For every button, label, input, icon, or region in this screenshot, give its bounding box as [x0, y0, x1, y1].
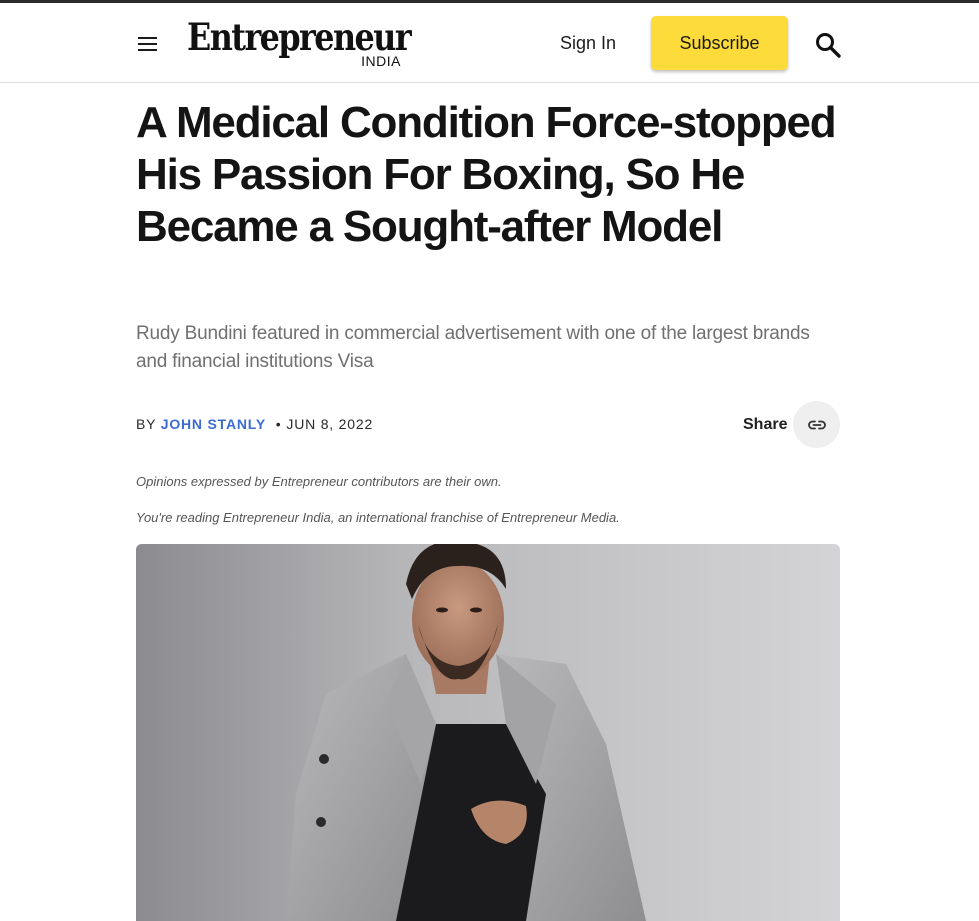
- share-link-button[interactable]: [793, 401, 840, 448]
- article-headline: A Medical Condition Force-stopped His Pa…: [136, 98, 837, 251]
- site-logo[interactable]: Entrepreneur INDIA: [187, 16, 412, 72]
- logo-wordmark: Entrepreneur: [187, 15, 412, 59]
- byline-prefix: BY: [136, 416, 157, 432]
- model-photo: [136, 544, 840, 921]
- logo-edition: INDIA: [361, 53, 401, 69]
- link-icon: [807, 420, 826, 429]
- search-icon[interactable]: [814, 31, 842, 59]
- article-hero-image: [136, 544, 840, 921]
- opinion-disclaimer: Opinions expressed by Entrepreneur contr…: [136, 474, 502, 489]
- byline-separator: •: [275, 416, 282, 432]
- author-link[interactable]: JOHN STANLY: [161, 416, 266, 432]
- share-label: Share: [743, 416, 788, 433]
- subscribe-button[interactable]: Subscribe: [651, 16, 788, 70]
- menu-icon[interactable]: [138, 36, 157, 52]
- sign-in-link[interactable]: Sign In: [560, 31, 616, 55]
- site-header: Entrepreneur INDIA Sign In Subscribe: [0, 3, 979, 83]
- publish-date: JUN 8, 2022: [286, 416, 374, 432]
- article-subheadline: Rudy Bundini featured in commercial adve…: [136, 323, 810, 372]
- subscribe-button-label: Subscribe: [679, 32, 760, 53]
- article-byline: BY JOHN STANLY • JUN 8, 2022: [136, 415, 373, 433]
- franchise-disclaimer: You're reading Entrepreneur India, an in…: [136, 510, 620, 525]
